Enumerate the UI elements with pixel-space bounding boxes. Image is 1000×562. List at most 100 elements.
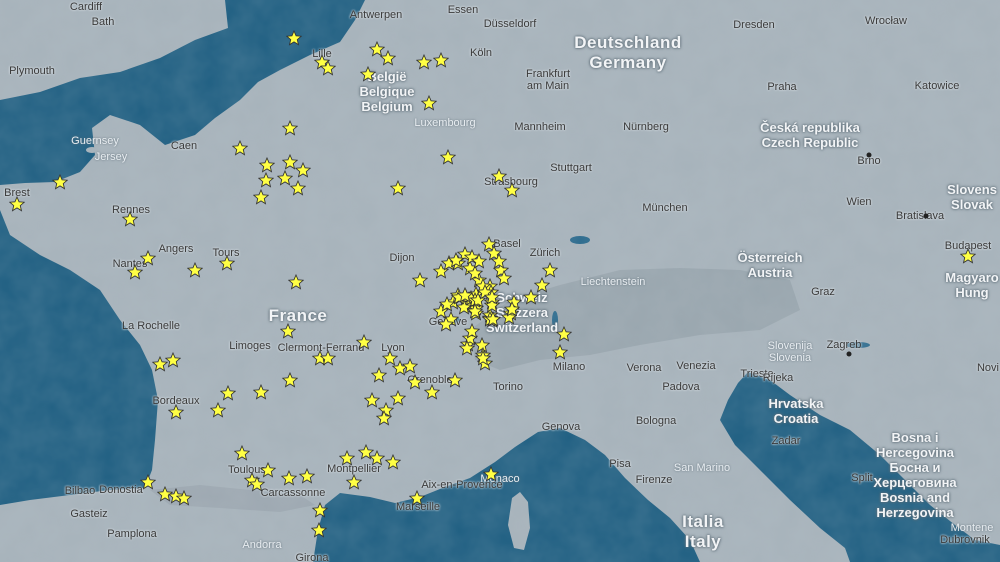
country-label-hungary: Magyaro Hung xyxy=(945,270,998,300)
city-dot xyxy=(846,351,852,357)
location-marker-icon[interactable] xyxy=(295,162,311,178)
location-marker-icon[interactable] xyxy=(484,289,500,305)
city-label: Carcassonne xyxy=(260,487,326,499)
location-marker-icon[interactable] xyxy=(210,402,226,418)
location-marker-icon[interactable] xyxy=(523,289,539,305)
location-marker-icon[interactable] xyxy=(483,466,499,482)
location-marker-icon[interactable] xyxy=(448,252,464,268)
city-label: Venezia xyxy=(676,360,716,372)
location-marker-icon[interactable] xyxy=(168,404,184,420)
location-marker-icon[interactable] xyxy=(552,344,568,360)
location-marker-icon[interactable] xyxy=(290,180,306,196)
city-label: Köln xyxy=(469,47,493,59)
location-marker-icon[interactable] xyxy=(320,60,336,76)
city-label: Padova xyxy=(662,381,700,393)
location-marker-icon[interactable] xyxy=(471,253,487,269)
country-label-andorra: Andorra xyxy=(242,539,281,551)
location-marker-icon[interactable] xyxy=(467,303,483,319)
city-label: Stuttgart xyxy=(550,162,592,174)
country-label-jersey: Jersey xyxy=(95,152,127,163)
location-marker-icon[interactable] xyxy=(312,502,328,518)
location-marker-icon[interactable] xyxy=(459,340,475,356)
location-marker-icon[interactable] xyxy=(346,474,362,490)
city-label: La Rochelle xyxy=(121,320,181,332)
location-marker-icon[interactable] xyxy=(371,367,387,383)
location-marker-icon[interactable] xyxy=(320,350,336,366)
location-marker-icon[interactable] xyxy=(504,301,520,317)
location-marker-icon[interactable] xyxy=(299,468,315,484)
location-marker-icon[interactable] xyxy=(219,255,235,271)
city-label: Genova xyxy=(541,421,581,433)
location-marker-icon[interactable] xyxy=(485,311,501,327)
location-marker-icon[interactable] xyxy=(412,272,428,288)
location-marker-icon[interactable] xyxy=(438,316,454,332)
location-marker-icon[interactable] xyxy=(491,253,507,269)
location-marker-icon[interactable] xyxy=(424,384,440,400)
location-marker-icon[interactable] xyxy=(281,470,297,486)
location-marker-icon[interactable] xyxy=(288,274,304,290)
location-marker-icon[interactable] xyxy=(960,248,976,264)
location-marker-icon[interactable] xyxy=(409,490,425,506)
location-marker-icon[interactable] xyxy=(376,410,392,426)
location-marker-icon[interactable] xyxy=(447,372,463,388)
location-marker-icon[interactable] xyxy=(339,450,355,466)
location-marker-icon[interactable] xyxy=(385,454,401,470)
location-marker-icon[interactable] xyxy=(234,445,250,461)
location-marker-icon[interactable] xyxy=(475,350,491,366)
country-label-line: Hercegovina xyxy=(875,445,955,460)
country-label-line: Belgique xyxy=(359,84,415,99)
city-label: Essen xyxy=(447,4,479,16)
location-marker-icon[interactable] xyxy=(258,172,274,188)
location-marker-icon[interactable] xyxy=(416,54,432,70)
location-marker-icon[interactable] xyxy=(311,522,327,538)
city-label: Milano xyxy=(552,361,586,373)
location-marker-icon[interactable] xyxy=(496,270,512,286)
location-marker-icon[interactable] xyxy=(464,323,480,339)
country-label-germany: Deutschland Germany xyxy=(574,33,682,73)
city-label: Antwerpen xyxy=(349,9,403,21)
location-marker-icon[interactable] xyxy=(232,140,248,156)
location-marker-icon[interactable] xyxy=(556,326,572,342)
location-marker-icon[interactable] xyxy=(407,374,423,390)
location-marker-icon[interactable] xyxy=(439,296,455,312)
location-marker-icon[interactable] xyxy=(249,476,265,492)
location-marker-icon[interactable] xyxy=(259,157,275,173)
location-marker-icon[interactable] xyxy=(9,196,25,212)
location-marker-icon[interactable] xyxy=(421,95,437,111)
location-marker-icon[interactable] xyxy=(440,149,456,165)
location-marker-icon[interactable] xyxy=(220,385,236,401)
map-view[interactable]: Deutschland Germany France België Belgique Be… xyxy=(0,0,1000,562)
city-label: Zürich xyxy=(529,247,561,259)
country-label-line: Montene xyxy=(950,522,994,534)
city-label: Limoges xyxy=(229,340,271,352)
location-marker-icon[interactable] xyxy=(402,358,418,374)
location-marker-icon[interactable] xyxy=(282,120,298,136)
location-marker-icon[interactable] xyxy=(176,490,192,506)
location-marker-icon[interactable] xyxy=(433,52,449,68)
location-marker-icon[interactable] xyxy=(127,264,143,280)
location-marker-icon[interactable] xyxy=(286,30,302,46)
city-label: Bilbao xyxy=(64,485,96,497)
city-label: Girona xyxy=(295,552,329,562)
location-marker-icon[interactable] xyxy=(122,211,138,227)
location-marker-icon[interactable] xyxy=(280,323,296,339)
location-marker-icon[interactable] xyxy=(542,262,558,278)
location-marker-icon[interactable] xyxy=(165,352,181,368)
location-marker-icon[interactable] xyxy=(140,474,156,490)
location-marker-icon[interactable] xyxy=(253,189,269,205)
location-marker-icon[interactable] xyxy=(253,384,269,400)
location-marker-icon[interactable] xyxy=(356,334,372,350)
location-marker-icon[interactable] xyxy=(187,262,203,278)
location-marker-icon[interactable] xyxy=(457,287,473,303)
location-marker-icon[interactable] xyxy=(52,174,68,190)
location-marker-icon[interactable] xyxy=(504,182,520,198)
location-marker-icon[interactable] xyxy=(360,66,376,82)
country-label-slovakia: Slovens Slovak xyxy=(947,182,997,212)
location-marker-icon[interactable] xyxy=(380,50,396,66)
location-marker-icon[interactable] xyxy=(282,372,298,388)
city-label: Firenze xyxy=(635,474,673,486)
location-marker-icon[interactable] xyxy=(390,180,406,196)
city-dot xyxy=(923,213,929,219)
location-marker-icon[interactable] xyxy=(369,450,385,466)
country-label-luxembourg: Luxembourg xyxy=(414,117,475,129)
